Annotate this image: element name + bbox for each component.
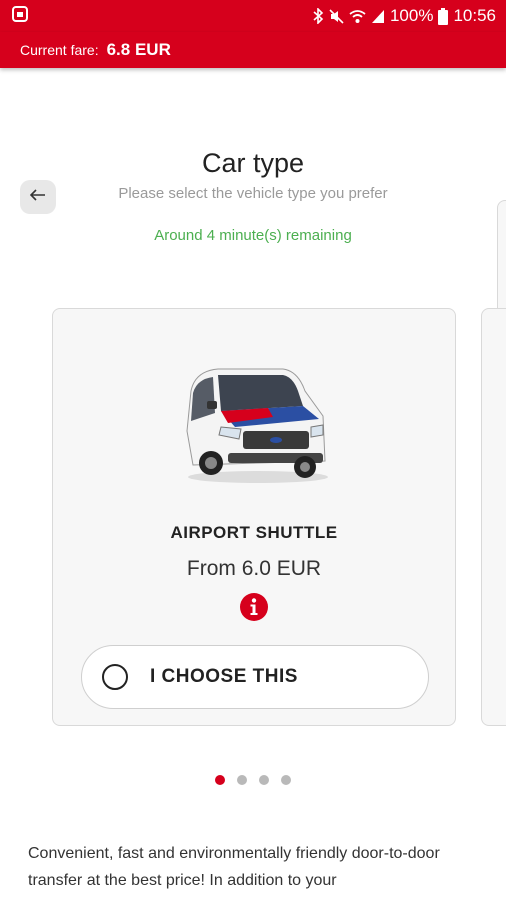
clock: 10:56 <box>453 6 496 25</box>
choose-button-label: I CHOOSE THIS <box>150 666 298 687</box>
info-icon[interactable] <box>239 592 269 622</box>
status-bar: 100% 10:56 <box>0 0 506 32</box>
fare-label: Current fare: <box>20 42 99 58</box>
vehicle-description: Convenient, fast and environmentally fri… <box>28 845 440 889</box>
radio-unchecked-icon[interactable] <box>102 664 128 690</box>
vehicle-image <box>186 368 328 483</box>
pager-dot[interactable] <box>281 775 291 785</box>
fare-value: 6.8 EUR <box>106 40 171 59</box>
page-title: Car type <box>201 148 305 178</box>
page-subtitle: Please select the vehicle type you prefe… <box>118 185 388 202</box>
app-notification-icon <box>12 5 28 27</box>
choose-vehicle-button[interactable]: I CHOOSE THIS <box>81 645 429 709</box>
time-remaining: Around 4 minute(s) remaining <box>154 227 352 244</box>
vehicle-price: From 6.0 EUR <box>186 557 322 580</box>
carousel-pager <box>0 775 506 785</box>
pager-dot[interactable] <box>259 775 269 785</box>
pager-dot[interactable] <box>237 775 247 785</box>
battery-icon <box>438 7 449 25</box>
vehicle-type-name: AIRPORT SHUTTLE <box>170 523 338 542</box>
mute-icon <box>329 8 344 24</box>
signal-icon <box>371 9 385 24</box>
battery-percent: 100% <box>389 6 434 25</box>
next-card-peek[interactable] <box>481 308 506 726</box>
wifi-icon <box>349 9 366 24</box>
pager-dot-active[interactable] <box>215 775 225 785</box>
vehicle-card[interactable]: AIRPORT SHUTTLE From 6.0 EUR I CHOOSE TH… <box>52 308 456 726</box>
bluetooth-icon <box>313 8 324 24</box>
fare-bar: Current fare: 6.8 EUR <box>0 32 506 68</box>
